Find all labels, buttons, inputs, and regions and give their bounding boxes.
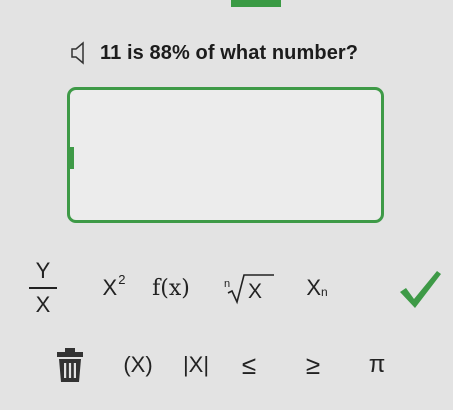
checkmark-icon (400, 271, 441, 308)
parentheses-key[interactable]: (X) (116, 345, 160, 385)
nth-root-icon: n X (224, 274, 274, 305)
top-progress-bar (231, 0, 281, 7)
trash-icon (57, 348, 83, 382)
fraction-key[interactable]: Y X (22, 255, 64, 321)
function-key[interactable]: f(x) (148, 268, 194, 308)
power-key[interactable]: X2 (92, 268, 136, 308)
subscript-key[interactable]: Xn (296, 268, 338, 308)
fraction-bar (29, 287, 57, 289)
greater-equal-label: ≥ (305, 349, 321, 380)
pi-label: π (368, 351, 386, 378)
root-index: n (224, 278, 230, 290)
answer-input-box[interactable] (67, 87, 384, 223)
question-row: 11 is 88% of what number? (70, 38, 358, 68)
less-equal-key[interactable]: ≤ (234, 345, 264, 385)
pi-key[interactable]: π (362, 345, 392, 385)
clear-button[interactable] (52, 345, 88, 385)
function-label: f(x) (152, 275, 190, 301)
fraction-denominator: X (35, 292, 51, 317)
absolute-value-label: |X| (182, 352, 210, 377)
root-radicand: X (248, 280, 262, 303)
speaker-icon[interactable] (70, 40, 92, 66)
power-exponent: 2 (118, 271, 126, 287)
subscript-index: n (321, 285, 328, 299)
submit-button[interactable] (394, 264, 446, 314)
power-base: X (102, 275, 118, 300)
fraction-numerator: Y (35, 258, 51, 283)
nth-root-key[interactable]: n X (222, 268, 276, 308)
greater-equal-key[interactable]: ≥ (298, 345, 328, 385)
less-equal-label: ≤ (241, 349, 257, 380)
text-cursor (68, 147, 74, 169)
absolute-value-key[interactable]: |X| (178, 345, 214, 385)
subscript-base: X (306, 275, 321, 300)
parentheses-label: (X) (123, 352, 153, 377)
question-text: 11 is 88% of what number? (100, 41, 359, 64)
